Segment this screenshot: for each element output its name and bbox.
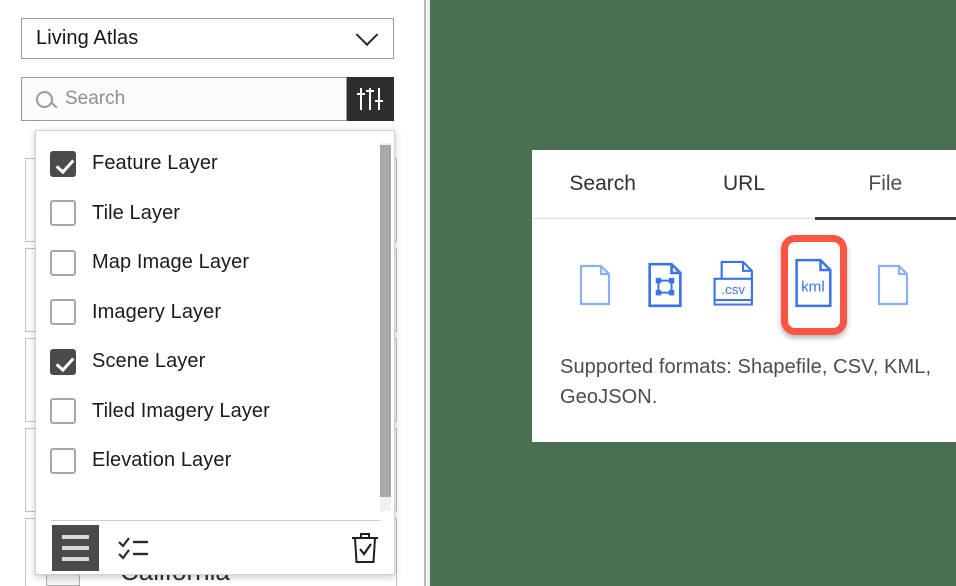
layer-type-option-label: Tile Layer [92, 201, 181, 224]
search-icon [36, 90, 53, 108]
selection-highlight [781, 235, 847, 335]
svg-text:.csv: .csv [721, 282, 745, 297]
checkbox[interactable] [50, 249, 76, 276]
layer-type-list[interactable]: Feature Layer Tile Layer Map Image Layer Im… [36, 139, 396, 511]
csv-file-icon[interactable]: .csv [711, 255, 759, 315]
panel-divider [424, 0, 426, 586]
filter-button[interactable] [347, 77, 394, 121]
tab-file[interactable]: File [814, 150, 956, 220]
layer-type-option-label: Scene Layer [92, 350, 206, 373]
layer-type-option-label: Imagery Layer [92, 300, 222, 323]
source-select-value: Living Atlas [36, 27, 139, 49]
add-layer-dialog: Search URL File .csv kml Supported formats… [532, 150, 956, 442]
tab-search[interactable]: Search [532, 150, 673, 219]
layer-type-option-label: Elevation Layer [92, 449, 232, 472]
layer-type-option-label: Map Image Layer [92, 251, 250, 274]
chevron-down-icon [355, 22, 379, 46]
checkbox[interactable] [50, 398, 76, 425]
search-placeholder: Search [65, 88, 126, 109]
screen-root: California Living Atlas Search [0, 0, 956, 586]
layer-type-option-label: Tiled Imagery Layer [92, 399, 270, 422]
trash-checked-icon [352, 533, 378, 563]
source-select[interactable]: Living Atlas [21, 18, 394, 59]
select-all-checklist-icon [118, 537, 148, 560]
clear-selection-button[interactable] [350, 531, 380, 565]
checkbox[interactable] [50, 447, 76, 474]
tab-url[interactable]: URL [673, 150, 814, 219]
layer-type-option[interactable]: Tile Layer [36, 189, 396, 239]
list-view-button[interactable] [52, 525, 99, 571]
layer-type-option[interactable]: Imagery Layer [36, 288, 396, 338]
search-input[interactable]: Search [21, 77, 347, 121]
checkbox[interactable] [50, 299, 76, 326]
dropdown-scrollbar-thumb[interactable] [380, 145, 391, 497]
checkbox[interactable] [50, 200, 76, 227]
layer-type-option-label: Feature Layer [92, 152, 218, 175]
search-row: Search [21, 77, 394, 121]
geojson-file-icon[interactable] [869, 255, 917, 315]
generic-file-icon[interactable] [571, 255, 619, 315]
layer-type-dropdown: Feature Layer Tile Layer Map Image Layer Im… [35, 130, 395, 575]
checkbox[interactable] [50, 150, 76, 177]
kml-file-icon[interactable]: kml [781, 235, 847, 335]
layer-type-option[interactable]: Feature Layer [36, 139, 396, 189]
layer-type-option[interactable]: Scene Layer [36, 337, 396, 387]
select-all-button[interactable] [117, 531, 151, 565]
supported-formats-text: Supported formats: Shapefile, CSV, KML, … [560, 356, 932, 408]
layer-type-option[interactable]: Tiled Imagery Layer [36, 387, 396, 437]
list-view-icon-bar [62, 535, 89, 539]
layer-browser-panel: California Living Atlas Search [0, 0, 426, 586]
layer-type-option[interactable]: Elevation Layer [36, 436, 396, 486]
shapefile-icon[interactable] [641, 255, 689, 315]
layer-type-option[interactable]: Map Image Layer [36, 238, 396, 288]
filter-sliders-icon [357, 88, 383, 110]
list-view-icon-bar [62, 557, 89, 561]
file-type-icon-row: .csv kml [532, 235, 956, 335]
dialog-tabs: Search URL File [532, 150, 956, 220]
dropdown-footer [36, 521, 396, 575]
list-view-icon-bar [62, 546, 89, 550]
checkbox[interactable] [50, 348, 76, 375]
